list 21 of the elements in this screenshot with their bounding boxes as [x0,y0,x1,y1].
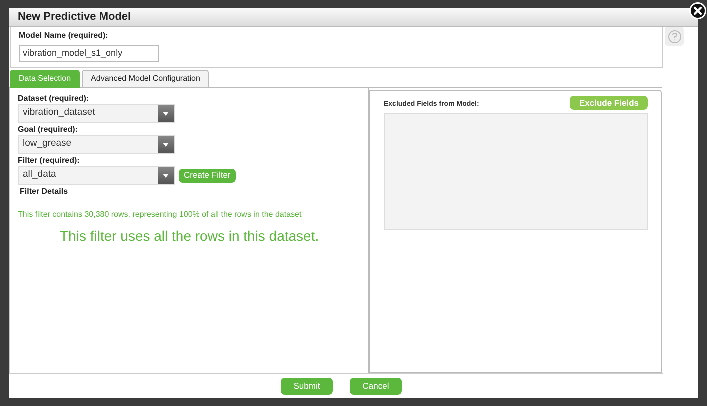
caret-icon [163,142,169,146]
help-icon [668,30,682,44]
field-label: Filter (required): [18,155,81,166]
dropdown[interactable]: all_data [18,166,175,185]
field-label: Dataset (required): [18,93,90,104]
dropdown[interactable]: vibration_dataset [18,104,175,123]
model-name-field[interactable]: vibration_model_s1_only [19,44,159,62]
section-heading: Filter Details [19,186,70,198]
field-label: Goal (required): [18,124,80,135]
caret-icon [163,174,169,178]
filter-summary: This filter contains 30,380 rows, representing 100% of all the rows in the dataset [18,209,303,221]
tab[interactable]: Advanced Model Configuration [82,70,210,88]
dialog-title: New Predictive Model [18,10,132,25]
dropdown[interactable]: low_grease [18,135,175,154]
close-button[interactable] [689,2,707,20]
caret-icon [163,112,169,116]
filter-message: This filter uses all the rows in this dataset. [59,227,320,246]
close-icon [689,2,707,20]
excluded-fields-list[interactable] [384,113,648,230]
help-button[interactable] [665,27,684,46]
field-label: Model Name (required): [19,30,110,40]
